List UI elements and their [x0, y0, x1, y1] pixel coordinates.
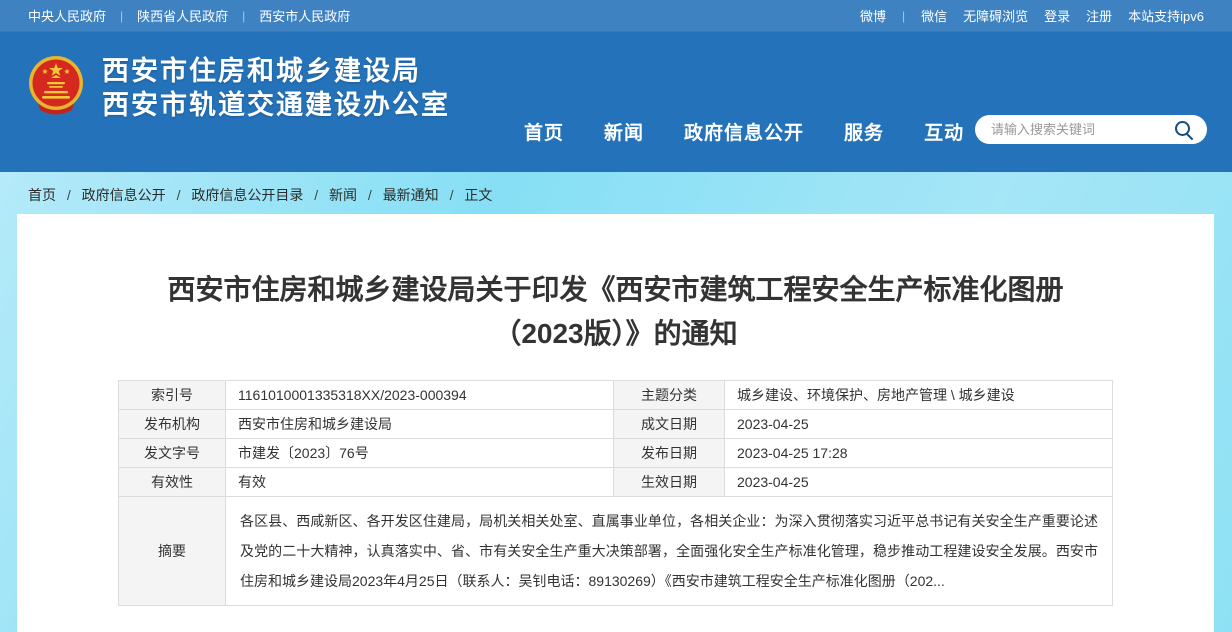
table-row: 有效性 有效 生效日期 2023-04-25	[119, 468, 1113, 497]
utility-links: 微博 | 微信 无障碍浏览 登录 注册 本站支持ipv6	[860, 6, 1204, 25]
nav-item-interaction[interactable]: 互动	[924, 118, 964, 145]
breadcrumb-gov-info-catalog[interactable]: 政府信息公开目录	[191, 187, 303, 203]
meta-value-issuing-agency: 西安市住房和城乡建设局	[226, 410, 614, 439]
site-title: 西安市住房和城乡建设局 西安市轨道交通建设办公室	[102, 54, 450, 122]
main-nav: 首页 新闻 政府信息公开 服务 互动	[524, 118, 964, 145]
site-header: 西安市住房和城乡建设局 西安市轨道交通建设办公室 首页 新闻 政府信息公开 服务…	[0, 32, 1232, 172]
separator: |	[242, 9, 245, 23]
link-shaanxi-gov[interactable]: 陕西省人民政府	[137, 6, 228, 25]
meta-label-issuing-agency: 发布机构	[119, 410, 226, 439]
meta-label-doc-number: 发文字号	[119, 439, 226, 468]
table-row: 发文字号 市建发〔2023〕76号 发布日期 2023-04-25 17:28	[119, 439, 1113, 468]
site-brand: 西安市住房和城乡建设局 西安市轨道交通建设办公室	[25, 54, 450, 122]
breadcrumb-separator: /	[314, 187, 318, 203]
content-background: 首页 / 政府信息公开 / 政府信息公开目录 / 新闻 / 最新通知 / 正文 …	[0, 172, 1232, 632]
national-emblem-logo	[25, 54, 87, 122]
search-input[interactable]	[991, 122, 1173, 137]
meta-label-index-no: 索引号	[119, 381, 226, 410]
breadcrumb-current[interactable]: 正文	[464, 187, 492, 203]
search-box	[975, 115, 1207, 144]
table-row: 索引号 1161010001335318XX/2023-000394 主题分类 …	[119, 381, 1113, 410]
link-weibo[interactable]: 微博	[860, 6, 886, 25]
breadcrumb-separator: /	[368, 187, 372, 203]
table-row: 发布机构 西安市住房和城乡建设局 成文日期 2023-04-25	[119, 410, 1113, 439]
breadcrumb-latest-notices[interactable]: 最新通知	[383, 187, 439, 203]
meta-value-written-date: 2023-04-25	[725, 410, 1113, 439]
breadcrumb: 首页 / 政府信息公开 / 政府信息公开目录 / 新闻 / 最新通知 / 正文	[0, 172, 1232, 214]
link-xian-gov[interactable]: 西安市人民政府	[259, 6, 350, 25]
meta-value-validity: 有效	[226, 468, 614, 497]
meta-value-summary: 各区县、西咸新区、各开发区住建局，局机关相关处室、直属事业单位，各相关企业：为深…	[226, 497, 1113, 606]
meta-label-summary: 摘要	[119, 497, 226, 606]
breadcrumb-separator: /	[177, 187, 181, 203]
gov-links: 中央人民政府 | 陕西省人民政府 | 西安市人民政府	[28, 6, 350, 25]
nav-item-services[interactable]: 服务	[844, 118, 884, 145]
link-login[interactable]: 登录	[1044, 6, 1070, 25]
link-register[interactable]: 注册	[1086, 6, 1112, 25]
meta-value-doc-number: 市建发〔2023〕76号	[226, 439, 614, 468]
breadcrumb-gov-info[interactable]: 政府信息公开	[82, 187, 166, 203]
meta-label-topic-category: 主题分类	[614, 381, 725, 410]
link-accessibility[interactable]: 无障碍浏览	[963, 6, 1028, 25]
site-title-line2: 西安市轨道交通建设办公室	[102, 88, 450, 122]
table-row: 摘要 各区县、西咸新区、各开发区住建局，局机关相关处室、直属事业单位，各相关企业…	[119, 497, 1113, 606]
meta-value-index-no: 1161010001335318XX/2023-000394	[226, 381, 614, 410]
nav-item-gov-info[interactable]: 政府信息公开	[684, 118, 804, 145]
meta-label-written-date: 成文日期	[614, 410, 725, 439]
article-title: 西安市住房和城乡建设局关于印发《西安市建筑工程安全生产标准化图册（2023版）》…	[166, 268, 1066, 356]
article-card: 西安市住房和城乡建设局关于印发《西安市建筑工程安全生产标准化图册（2023版）》…	[17, 214, 1214, 632]
separator: |	[902, 9, 905, 23]
link-ipv6[interactable]: 本站支持ipv6	[1128, 6, 1204, 25]
site-title-line1: 西安市住房和城乡建设局	[102, 54, 450, 88]
meta-label-effective-date: 生效日期	[614, 468, 725, 497]
meta-value-effective-date: 2023-04-25	[725, 468, 1113, 497]
meta-label-publish-date: 发布日期	[614, 439, 725, 468]
breadcrumb-home[interactable]: 首页	[28, 187, 56, 203]
separator: |	[120, 9, 123, 23]
meta-label-validity: 有效性	[119, 468, 226, 497]
meta-value-topic-category: 城乡建设、环境保护、房地产管理 \ 城乡建设	[725, 381, 1113, 410]
link-central-gov[interactable]: 中央人民政府	[28, 6, 106, 25]
meta-value-publish-date: 2023-04-25 17:28	[725, 439, 1113, 468]
nav-item-home[interactable]: 首页	[524, 118, 564, 145]
doc-meta-table: 索引号 1161010001335318XX/2023-000394 主题分类 …	[118, 380, 1113, 606]
link-weixin[interactable]: 微信	[921, 6, 947, 25]
breadcrumb-separator: /	[450, 187, 454, 203]
top-utility-bar: 中央人民政府 | 陕西省人民政府 | 西安市人民政府 微博 | 微信 无障碍浏览…	[0, 0, 1232, 32]
nav-item-news[interactable]: 新闻	[604, 118, 644, 145]
breadcrumb-news[interactable]: 新闻	[329, 187, 357, 203]
search-icon[interactable]	[1173, 119, 1195, 141]
breadcrumb-separator: /	[67, 187, 71, 203]
